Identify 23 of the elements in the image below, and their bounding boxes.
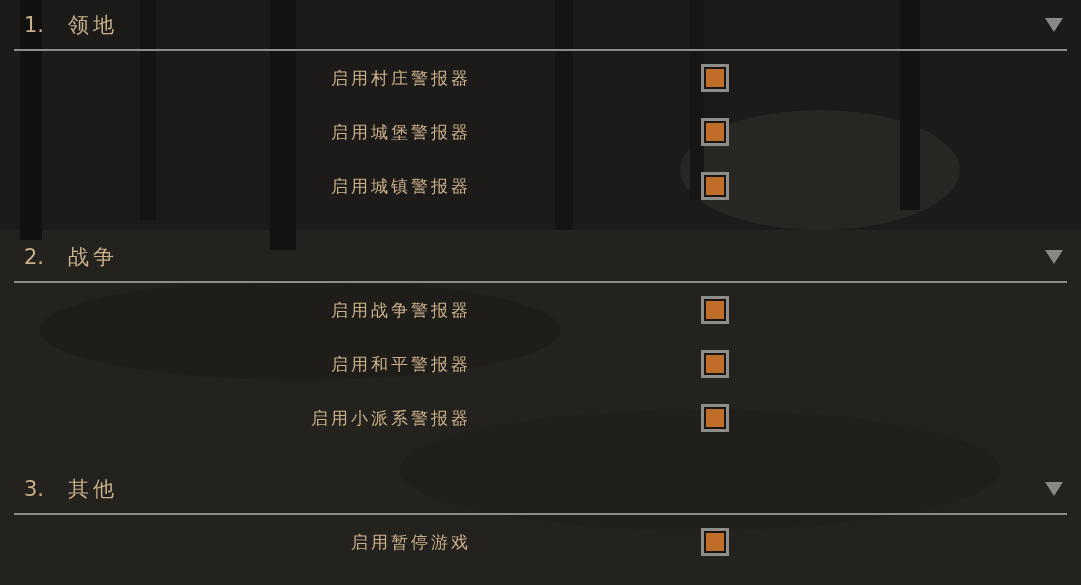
option-label: 启用战争警报器 — [330, 298, 471, 322]
option-label: 启用城镇警报器 — [330, 174, 471, 198]
section-number: 1. — [24, 12, 46, 37]
option-label: 启用城堡警报器 — [330, 120, 471, 144]
checkbox[interactable] — [701, 404, 729, 432]
checkbox[interactable] — [701, 172, 729, 200]
collapse-triangle-icon[interactable] — [1045, 17, 1063, 32]
checkbox[interactable] — [701, 118, 729, 146]
checkbox[interactable] — [701, 64, 729, 92]
option-label: 启用暂停游戏 — [350, 530, 471, 554]
checkbox[interactable] — [701, 528, 729, 556]
collapse-triangle-icon[interactable] — [1045, 481, 1063, 496]
checkbox[interactable] — [701, 350, 729, 378]
section-title: 领地 — [68, 11, 119, 39]
section-number: 2. — [24, 244, 46, 269]
section-title: 战争 — [68, 243, 119, 271]
option-label: 启用村庄警报器 — [330, 66, 471, 90]
section-number: 3. — [24, 476, 46, 501]
checkbox[interactable] — [701, 296, 729, 324]
section-title: 其他 — [68, 475, 119, 503]
collapse-triangle-icon[interactable] — [1045, 249, 1063, 264]
option-label: 启用小派系警报器 — [310, 406, 471, 430]
option-label: 启用和平警报器 — [330, 352, 471, 376]
